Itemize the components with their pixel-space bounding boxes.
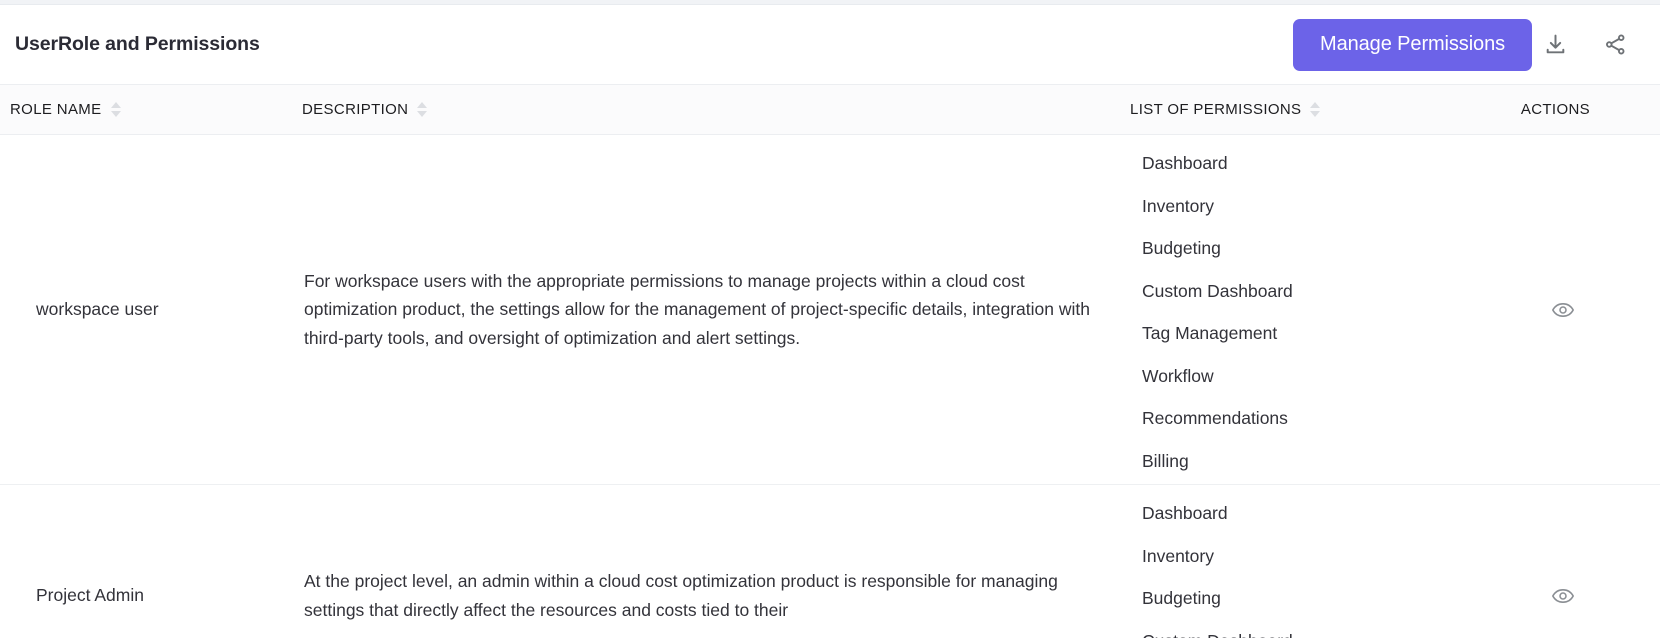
column-header-description[interactable]: DESCRIPTION	[292, 84, 1120, 135]
cell-role-name: workspace user	[0, 134, 292, 485]
table-body: workspace user For workspace users with …	[0, 134, 1660, 638]
column-label-role-name: ROLE NAME	[10, 101, 102, 118]
column-header-list-of-permissions[interactable]: LIST OF PERMISSIONS	[1120, 84, 1465, 135]
view-role-button[interactable]	[1546, 293, 1580, 327]
permission-item: Inventory	[1142, 545, 1214, 566]
permission-list: Dashboard Inventory Budgeting Custom Das…	[1142, 503, 1455, 638]
table-row: Project Admin At the project level, an a…	[0, 484, 1660, 638]
permission-item: Custom Dashboard	[1142, 632, 1455, 638]
share-button[interactable]	[1592, 22, 1638, 68]
column-header-actions: ACTIONS	[1465, 84, 1660, 135]
cell-description: For workspace users with the appropriate…	[292, 134, 1120, 485]
page-title: UserRole and Permissions	[15, 33, 260, 55]
panel-header: UserRole and Permissions Manage Permissi…	[0, 5, 1660, 84]
roles-table: ROLE NAME DESCRIPTION LIST OF PERMISSION…	[0, 84, 1660, 638]
column-label-actions: ACTIONS	[1520, 101, 1590, 118]
permission-item: Custom Dashboard	[1142, 280, 1293, 301]
permission-item: Budgeting	[1142, 588, 1221, 608]
column-label-list-of-permissions: LIST OF PERMISSIONS	[1130, 101, 1302, 118]
permission-item: Budgeting	[1142, 238, 1221, 258]
permission-item: Dashboard	[1142, 153, 1228, 173]
header-actions: Manage Permissions	[1293, 18, 1638, 71]
sort-arrows-icon[interactable]	[110, 102, 121, 117]
permission-item: Recommendations	[1142, 408, 1288, 428]
manage-permissions-button[interactable]: Manage Permissions	[1293, 18, 1532, 71]
view-role-button[interactable]	[1546, 579, 1580, 613]
column-label-description: DESCRIPTION	[302, 101, 409, 118]
cell-actions	[1465, 134, 1660, 485]
eye-icon	[1551, 584, 1575, 608]
cell-actions	[1465, 484, 1660, 638]
download-button[interactable]	[1532, 22, 1578, 68]
permission-item: Billing	[1142, 450, 1189, 471]
permission-item: Inventory	[1142, 195, 1214, 216]
cell-description: At the project level, an admin within a …	[292, 484, 1120, 638]
permission-item: Tag Management	[1142, 323, 1278, 343]
column-header-role-name[interactable]: ROLE NAME	[0, 84, 292, 135]
eye-icon	[1551, 298, 1575, 322]
cell-permissions: Dashboard Inventory Budgeting Custom Das…	[1120, 134, 1465, 485]
table-header: ROLE NAME DESCRIPTION LIST OF PERMISSION…	[0, 84, 1660, 135]
permission-item: Dashboard	[1142, 503, 1228, 523]
share-icon	[1603, 32, 1628, 57]
sort-arrows-icon[interactable]	[417, 102, 428, 117]
download-icon	[1543, 32, 1568, 57]
sort-arrows-icon[interactable]	[1310, 102, 1321, 117]
permission-item: Workflow	[1142, 365, 1214, 386]
permission-list: Dashboard Inventory Budgeting Custom Das…	[1142, 153, 1455, 471]
cell-role-name: Project Admin	[0, 484, 292, 638]
table-header-row: ROLE NAME DESCRIPTION LIST OF PERMISSION…	[0, 84, 1660, 135]
roles-table-container: ROLE NAME DESCRIPTION LIST OF PERMISSION…	[0, 84, 1660, 638]
cell-permissions: Dashboard Inventory Budgeting Custom Das…	[1120, 484, 1465, 638]
table-row: workspace user For workspace users with …	[0, 134, 1660, 485]
user-role-permissions-page: UserRole and Permissions Manage Permissi…	[0, 0, 1660, 638]
